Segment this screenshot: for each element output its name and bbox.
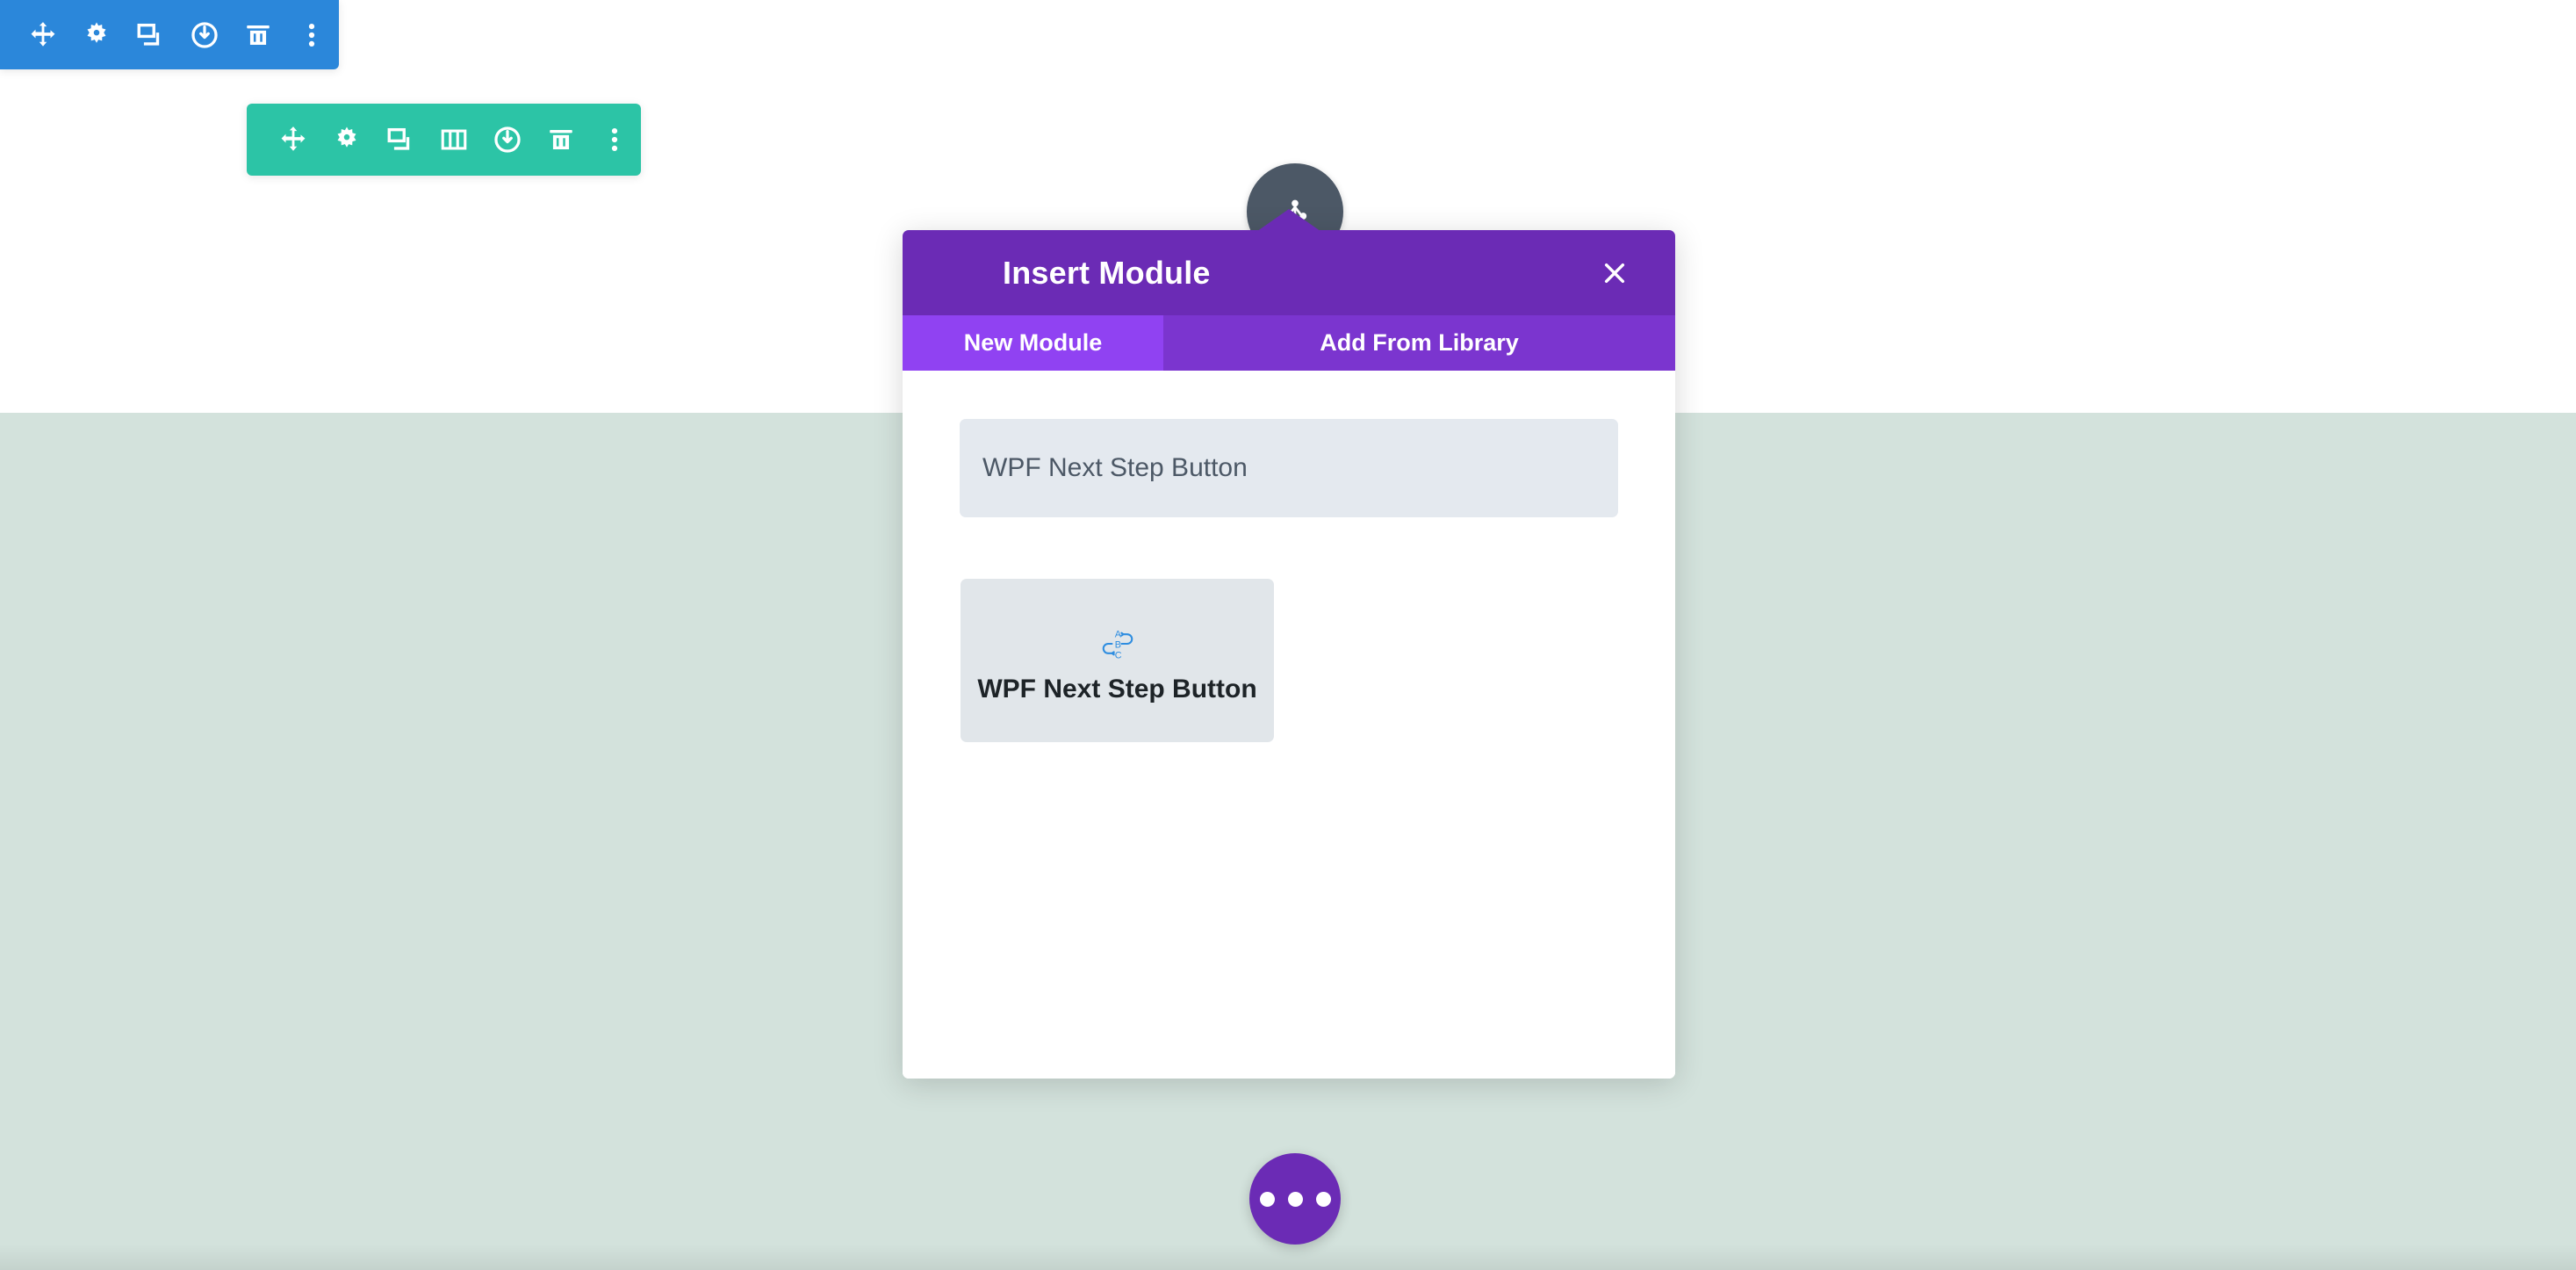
svg-text:A: A: [1114, 629, 1121, 639]
row-toolbar[interactable]: [247, 104, 641, 176]
dots-vertical-icon[interactable]: [587, 105, 641, 175]
tab-add-from-library[interactable]: Add From Library: [1163, 315, 1675, 371]
tab-new-module[interactable]: New Module: [903, 315, 1163, 371]
module-list: A B C WPF Next Step Button: [961, 579, 1675, 742]
gear-icon[interactable]: [320, 105, 373, 175]
builder-menu-fab[interactable]: [1249, 1153, 1341, 1245]
columns-icon[interactable]: [427, 105, 480, 175]
modal-pointer: [1254, 209, 1324, 234]
move-icon[interactable]: [266, 105, 320, 175]
power-icon[interactable]: [177, 0, 231, 69]
modal-body: WPF Next Step Button A B C WPF Next Step…: [903, 371, 1675, 1079]
trash-icon[interactable]: [231, 0, 284, 69]
svg-text:B: B: [1114, 639, 1120, 650]
duplicate-icon[interactable]: [373, 105, 427, 175]
page-root: Insert Module New Module Add From Librar…: [0, 0, 2576, 1270]
insert-module-modal: Insert Module New Module Add From Librar…: [903, 230, 1675, 1079]
modal-header: Insert Module: [903, 230, 1675, 315]
module-card-wpf-next-step-button[interactable]: A B C WPF Next Step Button: [961, 579, 1274, 742]
svg-text:C: C: [1114, 650, 1121, 660]
trash-icon[interactable]: [534, 105, 587, 175]
search-input[interactable]: WPF Next Step Button: [960, 419, 1618, 517]
gear-icon[interactable]: [69, 0, 123, 69]
page-bottom-shadow: [0, 1244, 2576, 1270]
section-toolbar[interactable]: [0, 0, 339, 69]
search-input-value: WPF Next Step Button: [982, 453, 1248, 482]
dots-vertical-icon[interactable]: [285, 0, 339, 69]
abc-step-flow-icon: A B C: [1095, 617, 1140, 671]
close-icon[interactable]: [1594, 253, 1635, 293]
module-card-label: WPF Next Step Button: [977, 675, 1257, 704]
duplicate-icon[interactable]: [124, 0, 177, 69]
fab-dot-2: [1287, 1191, 1303, 1207]
modal-tabs: New Module Add From Library: [903, 315, 1675, 371]
fab-dot-3: [1315, 1191, 1331, 1207]
move-icon[interactable]: [16, 0, 69, 69]
power-icon[interactable]: [480, 105, 534, 175]
fab-dot-1: [1259, 1191, 1275, 1207]
page-title: Insert Module: [1003, 254, 1211, 291]
